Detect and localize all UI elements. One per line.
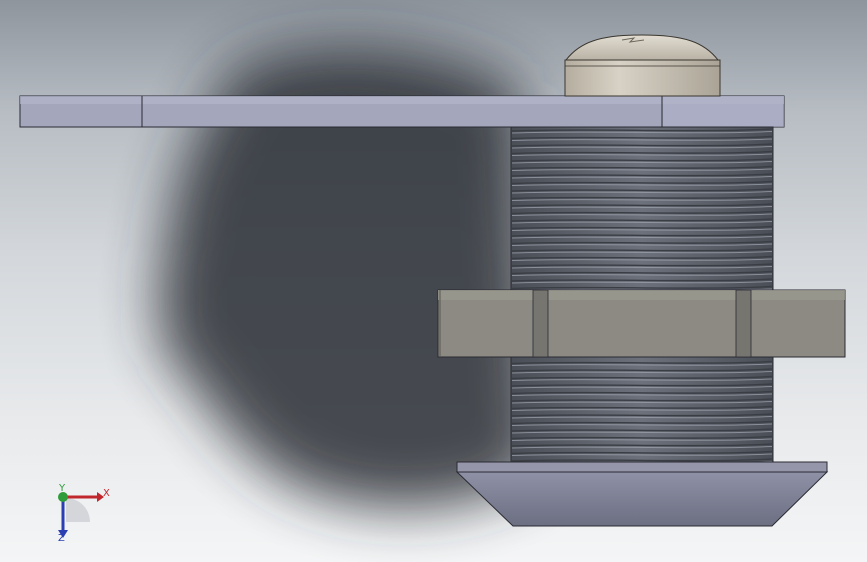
dome-head-screw[interactable] [564, 34, 721, 97]
tapered-flange[interactable] [455, 461, 829, 527]
hex-nut[interactable] [437, 289, 846, 358]
y-axis-label: Y [58, 483, 66, 494]
x-axis-label: X [103, 488, 110, 499]
graphics-viewport[interactable]: X Y Z [0, 0, 867, 562]
reference-triad[interactable]: X Y Z [58, 483, 110, 544]
cam-plate[interactable] [19, 95, 785, 128]
model-scene[interactable]: X Y Z [0, 0, 867, 562]
z-axis-label: Z [58, 533, 65, 544]
